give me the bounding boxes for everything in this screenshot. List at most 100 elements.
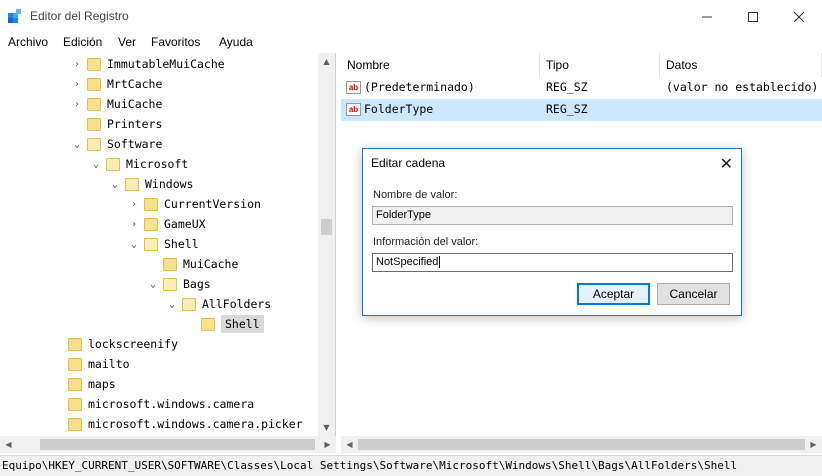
tree-node[interactable]: MuiCache xyxy=(147,254,238,274)
chevron-right-icon[interactable]: › xyxy=(71,58,83,70)
folder-icon xyxy=(68,397,82,411)
tree-node[interactable]: ⌄ Windows xyxy=(109,174,193,194)
tree-node[interactable]: › ImmutableMuiCache xyxy=(71,54,225,74)
scroll-thumb[interactable] xyxy=(321,219,332,235)
key-tree[interactable]: › ImmutableMuiCache › MrtCache › MuiCache Prin… xyxy=(0,53,336,453)
maximize-button[interactable] xyxy=(730,0,776,33)
tree-node[interactable]: › MrtCache xyxy=(71,74,162,94)
value-row-selected[interactable]: ab FolderType REG_SZ xyxy=(341,99,822,121)
value-name-field[interactable]: FolderType xyxy=(372,206,733,225)
chevron-down-icon[interactable]: ⌄ xyxy=(90,158,102,170)
minimize-button[interactable] xyxy=(684,0,730,33)
tree-node[interactable]: ⌄ Shell xyxy=(128,234,199,254)
dialog-title: Editar cadena xyxy=(371,156,446,170)
value-type: REG_SZ xyxy=(546,80,588,94)
tree-node[interactable]: ⌄ AllFolders xyxy=(166,294,271,314)
tree-node-label: maps xyxy=(88,377,116,391)
text-caret xyxy=(439,256,441,269)
chevron-right-icon[interactable]: › xyxy=(71,98,83,110)
edit-string-dialog: Editar cadena ✕ Nombre de valor: FolderT… xyxy=(362,148,742,316)
menu-favoritos[interactable]: Favoritos xyxy=(151,35,200,49)
tree-node[interactable]: › GameUX xyxy=(128,214,206,234)
scroll-thumb[interactable] xyxy=(358,439,805,450)
scroll-left-arrow-icon[interactable]: ◀ xyxy=(341,436,358,453)
tree-node-label: microsoft.windows.camera.picker xyxy=(88,417,303,431)
tree-node[interactable]: microsoft.windows.camera.picker xyxy=(52,414,303,434)
tree-node-label: mailto xyxy=(88,357,130,371)
tree-node-label: Windows xyxy=(145,177,194,191)
list-horizontal-scrollbar[interactable]: ◀ ▶ xyxy=(341,436,822,453)
tree-node-label: CurrentVersion xyxy=(164,197,261,211)
tree-horizontal-scrollbar[interactable]: ◀ ▶ xyxy=(0,436,336,453)
tree-node[interactable]: › CurrentVersion xyxy=(128,194,261,214)
tree-node[interactable]: mailto xyxy=(52,354,130,374)
column-header-name[interactable]: Nombre xyxy=(341,53,540,77)
tree-node[interactable]: Printers xyxy=(71,114,162,134)
maximize-icon xyxy=(748,11,758,22)
chevron-right-icon[interactable]: › xyxy=(128,218,140,230)
close-button[interactable] xyxy=(776,0,822,33)
scroll-left-arrow-icon[interactable]: ◀ xyxy=(0,436,17,453)
value-data: (valor no establecido) xyxy=(666,80,819,94)
tree-node-label: MrtCache xyxy=(107,77,163,91)
tree-vertical-scrollbar[interactable]: ▲ ▼ xyxy=(318,53,335,436)
tree-node[interactable]: ⌄ Bags xyxy=(147,274,211,294)
accept-button[interactable]: Aceptar xyxy=(577,283,650,305)
menu-ver[interactable]: Ver xyxy=(118,35,136,49)
menu-ayuda[interactable]: Ayuda xyxy=(219,35,253,49)
title-bar: Editor del Registro xyxy=(0,0,822,33)
tree-node[interactable]: microsoft.windows.camera xyxy=(52,394,254,414)
value-name: (Predeterminado) xyxy=(364,80,475,94)
tree-node[interactable]: ⌄ Microsoft xyxy=(90,154,188,174)
folder-icon xyxy=(106,157,120,171)
column-header-type[interactable]: Tipo xyxy=(540,53,660,77)
scroll-right-arrow-icon[interactable]: ▶ xyxy=(319,436,336,453)
tree-node-label: Printers xyxy=(107,117,163,131)
folder-icon xyxy=(87,137,101,151)
minimize-icon xyxy=(702,16,712,17)
chevron-right-icon[interactable]: › xyxy=(71,78,83,90)
window-title: Editor del Registro xyxy=(30,9,129,23)
folder-icon xyxy=(163,257,177,271)
tree-node[interactable]: maps xyxy=(52,374,116,394)
tree-node[interactable]: ⌄ Software xyxy=(71,134,162,154)
scroll-right-arrow-icon[interactable]: ▶ xyxy=(805,436,822,453)
tree-node-label: MuiCache xyxy=(107,97,163,111)
value-row[interactable]: ab (Predeterminado) REG_SZ (valor no est… xyxy=(341,77,822,99)
scroll-thumb[interactable] xyxy=(40,439,315,450)
value-data-label: Información del valor: xyxy=(373,236,479,248)
tree-node-label: lockscreenify xyxy=(88,337,179,351)
folder-icon xyxy=(201,317,215,331)
chevron-down-icon[interactable]: ⌄ xyxy=(166,298,178,310)
cancel-button[interactable]: Cancelar xyxy=(657,283,730,305)
scroll-up-arrow-icon[interactable]: ▲ xyxy=(318,53,335,70)
folder-icon xyxy=(68,357,82,371)
column-header-data[interactable]: Datos xyxy=(660,53,822,77)
folder-icon xyxy=(68,377,82,391)
tree-node[interactable]: lockscreenify xyxy=(52,334,178,354)
dialog-close-icon[interactable]: ✕ xyxy=(720,154,733,174)
folder-icon xyxy=(87,117,101,131)
chevron-down-icon[interactable]: ⌄ xyxy=(147,278,159,290)
status-bar-path: Equipo\HKEY_CURRENT_USER\SOFTWARE\Classe… xyxy=(0,455,822,476)
folder-icon xyxy=(182,297,196,311)
chevron-right-icon[interactable]: › xyxy=(128,198,140,210)
tree-node-label: Software xyxy=(107,137,163,151)
tree-node[interactable]: › MuiCache xyxy=(71,94,162,114)
value-data-field[interactable]: NotSpecified xyxy=(372,253,733,272)
scroll-down-arrow-icon[interactable]: ▼ xyxy=(318,419,335,436)
menu-edicion[interactable]: Edición xyxy=(63,35,102,49)
tree-node-selected[interactable]: Shell xyxy=(185,314,264,334)
chevron-down-icon[interactable]: ⌄ xyxy=(71,138,83,150)
chevron-down-icon[interactable]: ⌄ xyxy=(128,238,140,250)
tree-node-label: MuiCache xyxy=(183,257,239,271)
menu-archivo[interactable]: Archivo xyxy=(8,35,48,49)
tree-node-label: ImmutableMuiCache xyxy=(107,57,225,71)
chevron-down-icon[interactable]: ⌄ xyxy=(109,178,121,190)
value-name: FolderType xyxy=(364,102,434,116)
